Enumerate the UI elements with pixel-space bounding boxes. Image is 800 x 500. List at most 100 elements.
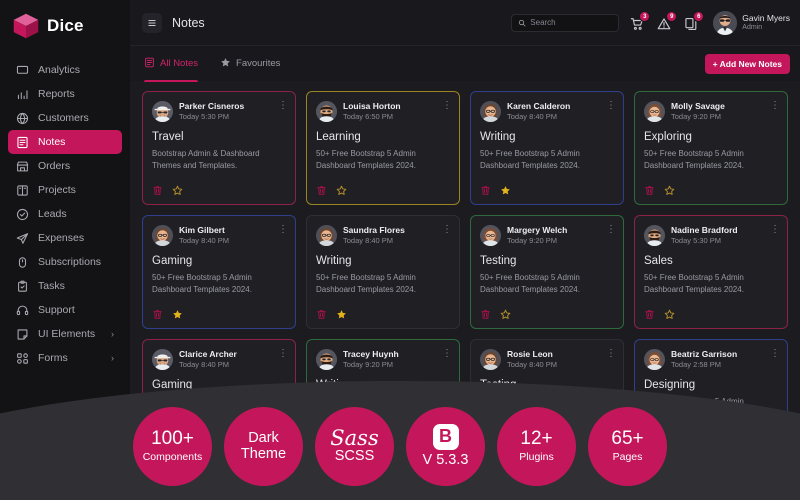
sidebar-item-leads[interactable]: Leads [8, 202, 122, 226]
kebab-icon[interactable]: ⋮ [278, 101, 286, 110]
sidebar-item-forms[interactable]: Forms› [8, 346, 122, 370]
star-icon[interactable] [500, 185, 511, 196]
note-card[interactable]: Molly SavageToday 9:20 PM⋮Exploring50+ F… [634, 91, 788, 205]
tab-label: Favourites [236, 58, 280, 69]
star-icon[interactable] [664, 309, 675, 320]
kebab-icon[interactable]: ⋮ [606, 225, 614, 234]
note-title: Testing [480, 255, 614, 267]
alert-triangle-icon[interactable]: 9 [656, 14, 673, 31]
trash-icon[interactable] [316, 309, 327, 320]
kebab-icon[interactable]: ⋮ [442, 101, 450, 110]
tab-favourites[interactable]: Favourites [220, 46, 288, 82]
note-author: Parker Cisneros [179, 101, 272, 111]
kebab-icon[interactable]: ⋮ [770, 225, 778, 234]
promo-circle[interactable]: 65+Pages [588, 407, 667, 486]
note-author: Kim Gilbert [179, 225, 272, 235]
sidebar-item-ui-elements[interactable]: UI Elements› [8, 322, 122, 346]
avatar [644, 101, 665, 122]
promo-circle[interactable]: 12+Plugins [497, 407, 576, 486]
kebab-icon[interactable]: ⋮ [606, 349, 614, 358]
kebab-icon[interactable]: ⋮ [278, 349, 286, 358]
star-icon[interactable] [172, 309, 183, 320]
note-card[interactable]: Margery WelchToday 9:20 PM⋮Testing50+ Fr… [470, 215, 624, 329]
note-header: Tracey HuynhToday 9:20 PM ⋮ [316, 349, 450, 370]
avatar [316, 101, 337, 122]
sidebar-item-reports[interactable]: Reports [8, 82, 122, 106]
sidebar-item-support[interactable]: Support [8, 298, 122, 322]
note-header: Beatriz GarrisonToday 2:58 PM⋮ [644, 349, 778, 370]
trash-icon[interactable] [152, 185, 163, 196]
monitor-icon [16, 64, 29, 77]
kebab-icon[interactable]: ⋮ [442, 349, 450, 358]
sidebar-item-analytics[interactable]: Analytics [8, 58, 122, 82]
bar-chart-icon [16, 88, 29, 101]
hamburger-icon[interactable] [142, 13, 162, 33]
cube-icon [12, 12, 40, 40]
star-icon[interactable] [500, 309, 511, 320]
notes-grid: Parker CisnerosToday 5:30 PM⋮TravelBoots… [142, 91, 788, 453]
page-title: Notes [172, 16, 205, 30]
kebab-icon[interactable]: ⋮ [770, 349, 778, 358]
note-body: Bootstrap Admin & Dashboard Themes and T… [152, 148, 286, 185]
cart-badge: 3 [639, 11, 650, 22]
promo-circle[interactable]: SassSCSS [315, 407, 394, 486]
note-header: Margery WelchToday 9:20 PM⋮ [480, 225, 614, 246]
trash-icon[interactable] [644, 309, 655, 320]
sidebar-item-tasks[interactable]: Tasks [8, 274, 122, 298]
sidebar-item-label: Tasks [38, 280, 114, 292]
promo-circle[interactable]: DarkTheme [224, 407, 303, 486]
files-icon[interactable]: 6 [683, 14, 700, 31]
trash-icon[interactable] [644, 185, 655, 196]
search-box[interactable] [511, 14, 619, 32]
promo-circle-sub: Theme [241, 447, 286, 463]
star-icon[interactable] [664, 185, 675, 196]
sass-logo: Sass [330, 428, 378, 449]
note-card[interactable]: Karen CalderonToday 8:40 PM⋮Writing50+ F… [470, 91, 624, 205]
star-icon[interactable] [336, 309, 347, 320]
star-icon[interactable] [336, 185, 347, 196]
search-input[interactable] [530, 18, 640, 27]
trash-icon[interactable] [480, 185, 491, 196]
profile-name: Gavin Myers [742, 13, 790, 24]
cart-icon[interactable]: 3 [629, 14, 646, 31]
note-timestamp: Today 2:58 PM [671, 360, 764, 369]
sidebar-item-customers[interactable]: Customers [8, 106, 122, 130]
promo-circle[interactable]: BV 5.3.3 [406, 407, 485, 486]
note-title: Testing [480, 379, 614, 391]
note-body: 50+ Free Bootstrap 5 Admin Dashboard Tem… [644, 272, 778, 309]
note-body: 50+ Free Bootstrap 5 Admin Dashboard Tem… [644, 148, 778, 185]
sidebar-item-expenses[interactable]: Expenses [8, 226, 122, 250]
note-meta: Tracey HuynhToday 9:20 PM [343, 349, 436, 369]
add-new-notes-button[interactable]: + Add New Notes [705, 54, 790, 74]
note-card[interactable]: Parker CisnerosToday 5:30 PM⋮TravelBoots… [142, 91, 296, 205]
note-card[interactable]: Nadine BradfordToday 5:30 PM⋮Sales50+ Fr… [634, 215, 788, 329]
sidebar-item-projects[interactable]: Projects [8, 178, 122, 202]
note-meta: Parker CisnerosToday 5:30 PM [179, 101, 272, 121]
note-card[interactable]: Louisa HortonToday 6:50 PM⋮Learning50+ F… [306, 91, 460, 205]
bootstrap-icon: B [433, 424, 459, 450]
note-card[interactable]: Kim GilbertToday 8:40 PM⋮Gaming50+ Free … [142, 215, 296, 329]
sidebar-item-subscriptions[interactable]: Subscriptions [8, 250, 122, 274]
note-actions [644, 309, 778, 320]
promo-circle[interactable]: 100+Components [133, 407, 212, 486]
profile-menu[interactable]: Gavin Myers Admin [713, 11, 790, 35]
brand[interactable]: Dice [0, 0, 130, 54]
star-icon [220, 57, 231, 71]
sidebar-item-notes[interactable]: Notes [8, 130, 122, 154]
trash-icon[interactable] [480, 309, 491, 320]
promo-circle-main: 65+ [611, 429, 643, 450]
tab-all-notes[interactable]: All Notes [144, 46, 206, 82]
files-badge: 6 [693, 11, 704, 22]
kebab-icon[interactable]: ⋮ [442, 225, 450, 234]
sidebar-item-label: Leads [38, 208, 114, 220]
note-card[interactable]: Saundra FloresToday 8:40 PM⋮Writing50+ F… [306, 215, 460, 329]
trash-icon[interactable] [152, 309, 163, 320]
kebab-icon[interactable]: ⋮ [278, 225, 286, 234]
sidebar-item-orders[interactable]: Orders [8, 154, 122, 178]
note-author: Saundra Flores [343, 225, 436, 235]
star-icon[interactable] [172, 185, 183, 196]
trash-icon[interactable] [316, 185, 327, 196]
kebab-icon[interactable]: ⋮ [770, 101, 778, 110]
note-author: Molly Savage [671, 101, 764, 111]
kebab-icon[interactable]: ⋮ [606, 101, 614, 110]
